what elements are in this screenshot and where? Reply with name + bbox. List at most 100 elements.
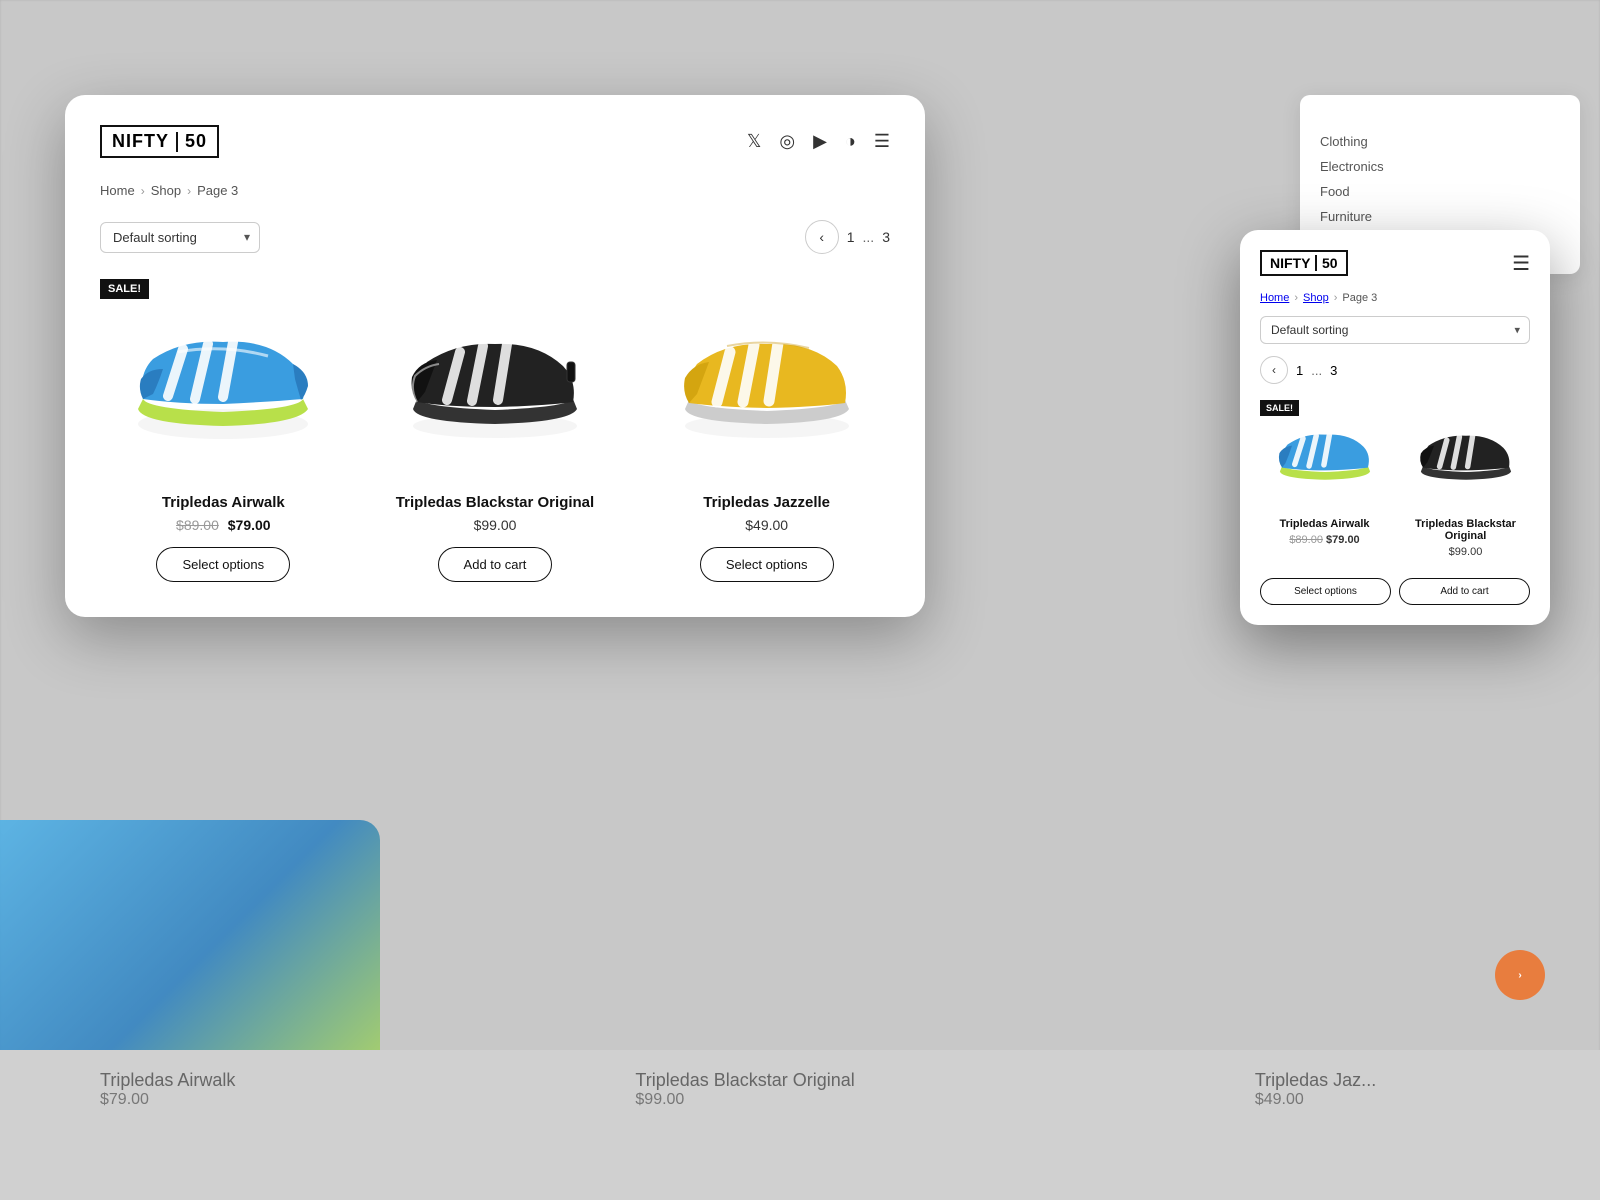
mobile-product-name-airwalk: Tripledas Airwalk: [1260, 518, 1389, 530]
twitter-icon[interactable]: 𝕏: [747, 131, 762, 152]
logo-divider-line: [176, 132, 178, 152]
select-options-jazzelle[interactable]: Select options: [700, 547, 834, 582]
mobile-breadcrumb-home[interactable]: Home: [1260, 292, 1289, 304]
mobile-sale-price: $79.00: [1326, 534, 1360, 546]
instagram-icon[interactable]: ◎: [779, 131, 795, 152]
add-to-cart-blackstar[interactable]: Add to cart: [438, 547, 553, 582]
mobile-add-to-cart-btn[interactable]: Add to cart: [1399, 578, 1530, 605]
product-name-jazzelle: Tripledas Jazzelle: [643, 494, 890, 511]
bg-product-2: Tripledas Blackstar Original: [635, 1070, 854, 1091]
mobile-pagination: ‹ 1 ... 3: [1260, 356, 1530, 384]
menu-icon[interactable]: ☰: [874, 131, 890, 152]
desktop-pagination: ‹ 1 ... 3: [805, 220, 890, 254]
mobile-logo-divider: [1315, 255, 1317, 271]
product-card-jazzelle: Tripledas Jazzelle $49.00 Select options: [643, 279, 890, 582]
product-name-blackstar: Tripledas Blackstar Original: [372, 494, 619, 511]
mobile-sort-dropdown[interactable]: Default sorting Sort by price: low to hi…: [1260, 316, 1530, 344]
mobile-product-price-airwalk: $89.00 $79.00: [1260, 534, 1389, 546]
blackstar-shoe-svg: [395, 299, 595, 459]
bg-bottom-bar: Tripledas Airwalk $79.00 Tripledas Black…: [0, 1050, 1600, 1200]
mobile-product-price-blackstar: $99.00: [1401, 546, 1530, 558]
category-clothing[interactable]: Clothing: [1320, 129, 1560, 154]
mobile-breadcrumb-sep-2: ›: [1334, 292, 1338, 304]
desktop-page-dots: ...: [863, 229, 875, 245]
logo-nifty: NIFTY: [112, 131, 169, 152]
mobile-logo[interactable]: NIFTY 50: [1260, 250, 1348, 276]
logo-fifty: 50: [185, 131, 207, 152]
product-image-blackstar: [372, 279, 619, 479]
product-price-jazzelle: $49.00: [643, 517, 890, 533]
select-options-airwalk[interactable]: Select options: [156, 547, 290, 582]
breadcrumb-sep-2: ›: [187, 184, 191, 198]
price-jazzelle: $49.00: [745, 517, 788, 533]
desktop-page-1[interactable]: 1: [847, 229, 855, 245]
youtube-icon[interactable]: ▶: [813, 131, 827, 152]
orange-cta-button[interactable]: ›: [1495, 950, 1545, 1000]
desktop-nav-header: NIFTY 50 𝕏 ◎ ▶ ◑ ☰: [100, 125, 890, 158]
bg-product-1: Tripledas Airwalk: [100, 1070, 235, 1091]
product-image-jazzelle: [643, 279, 890, 479]
mobile-logo-nifty: NIFTY: [1270, 255, 1310, 271]
category-furniture[interactable]: Furniture: [1320, 204, 1560, 229]
breadcrumb-sep-1: ›: [141, 184, 145, 198]
mobile-product-image-blackstar: [1401, 400, 1530, 510]
mobile-page-1[interactable]: 1: [1296, 363, 1303, 378]
breadcrumb-current: Page 3: [197, 183, 238, 198]
mobile-product-blackstar: Tripledas Blackstar Original $99.00: [1401, 400, 1530, 568]
mobile-modal: NIFTY 50 ☰ Home › Shop › Page 3 Default …: [1240, 230, 1550, 625]
product-name-airwalk: Tripledas Airwalk: [100, 494, 347, 511]
mobile-breadcrumb-sep-1: ›: [1294, 292, 1298, 304]
bg-price-2: $99.00: [635, 1091, 854, 1109]
sale-price-airwalk: $79.00: [228, 517, 271, 533]
mobile-action-buttons: Select options Add to cart: [1260, 578, 1530, 605]
mobile-blackstar-svg: [1411, 410, 1521, 500]
original-price-airwalk: $89.00: [176, 517, 219, 533]
mobile-product-image-airwalk: [1260, 400, 1389, 510]
bg-product-3: Tripledas Jaz...: [1255, 1070, 1376, 1091]
desktop-sort-select[interactable]: Default sorting Sort by price: low to hi…: [100, 222, 260, 253]
product-image-airwalk: [100, 279, 347, 479]
mobile-sale-badge-airwalk: SALE!: [1260, 400, 1299, 416]
desktop-prev-page[interactable]: ‹: [805, 220, 839, 254]
bg-price-3: $49.00: [1255, 1091, 1376, 1109]
product-price-airwalk: $89.00 $79.00: [100, 517, 347, 533]
jazzelle-shoe-svg: [667, 299, 867, 459]
price-blackstar: $99.00: [474, 517, 517, 533]
category-electronics[interactable]: Electronics: [1320, 154, 1560, 179]
mobile-page-dots: ...: [1311, 363, 1322, 378]
mobile-page-last[interactable]: 3: [1330, 363, 1337, 378]
mobile-sort-select[interactable]: Default sorting Sort by price: low to hi…: [1260, 316, 1530, 344]
sale-badge-airwalk: SALE!: [100, 279, 149, 299]
desktop-sort-dropdown[interactable]: Default sorting Sort by price: low to hi…: [100, 222, 260, 253]
desktop-controls-bar: Default sorting Sort by price: low to hi…: [100, 220, 890, 254]
mobile-menu-icon[interactable]: ☰: [1512, 251, 1530, 276]
desktop-logo[interactable]: NIFTY 50: [100, 125, 219, 158]
product-card-blackstar: Tripledas Blackstar Original $99.00 Add …: [372, 279, 619, 582]
mobile-product-name-blackstar: Tripledas Blackstar Original: [1401, 518, 1530, 542]
mobile-nav: NIFTY 50 ☰: [1260, 250, 1530, 276]
desktop-modal: NIFTY 50 𝕏 ◎ ▶ ◑ ☰ Home › Shop › Page 3 …: [65, 95, 925, 617]
mobile-prev-page[interactable]: ‹: [1260, 356, 1288, 384]
bg-price-1: $79.00: [100, 1091, 235, 1109]
mobile-breadcrumb-current: Page 3: [1342, 292, 1377, 304]
desktop-breadcrumb: Home › Shop › Page 3: [100, 183, 890, 198]
product-price-blackstar: $99.00: [372, 517, 619, 533]
airwalk-shoe-svg: [123, 299, 323, 459]
breadcrumb-shop[interactable]: Shop: [151, 183, 181, 198]
mobile-logo-fifty: 50: [1322, 255, 1338, 271]
category-food[interactable]: Food: [1320, 179, 1560, 204]
desktop-page-last[interactable]: 3: [882, 229, 890, 245]
mobile-blackstar-price: $99.00: [1449, 546, 1483, 558]
mobile-select-options-btn[interactable]: Select options: [1260, 578, 1391, 605]
breadcrumb-home[interactable]: Home: [100, 183, 135, 198]
tiktok-icon[interactable]: ◑: [845, 131, 856, 152]
product-card-airwalk: SALE!: [100, 279, 347, 582]
mobile-breadcrumb-shop[interactable]: Shop: [1303, 292, 1329, 304]
mobile-airwalk-svg: [1270, 410, 1380, 500]
mobile-products-grid: SALE! Tripledas Airwalk $89.00 $79.00: [1260, 400, 1530, 568]
mobile-breadcrumb: Home › Shop › Page 3: [1260, 292, 1530, 304]
mobile-original-price: $89.00: [1289, 534, 1323, 546]
desktop-products-grid: SALE!: [100, 279, 890, 582]
desktop-nav-icons: 𝕏 ◎ ▶ ◑ ☰: [747, 131, 890, 152]
orange-button-icon: ›: [1518, 970, 1521, 981]
